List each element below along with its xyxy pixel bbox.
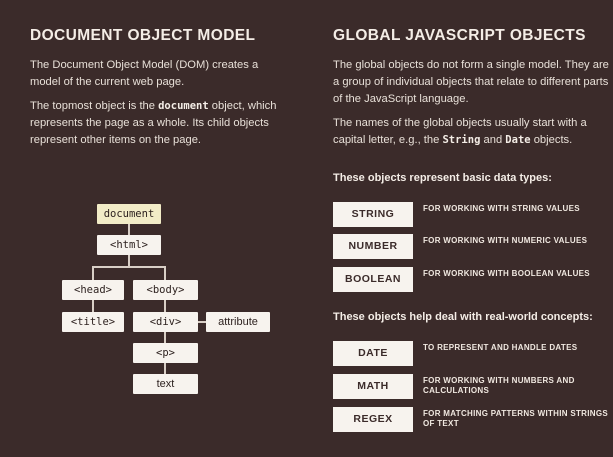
date-code: Date [505, 134, 531, 146]
object-box-regex: REGEX [333, 407, 413, 432]
naming-text-b: objects. [530, 134, 573, 146]
object-row-regex: REGEX FOR MATCHING PATTERNS WITHIN STRIN… [333, 407, 609, 434]
object-box-date: DATE [333, 341, 413, 366]
object-desc-string: FOR WORKING WITH STRING VALUES [423, 204, 580, 213]
dom-intro-paragraph: The Document Object Model (DOM) creates … [30, 59, 259, 88]
global-objects-heading: GLOBAL JAVASCRIPT OBJECTS [333, 27, 586, 44]
global-objects-intro-paragraph: The global objects do not form a single … [333, 59, 609, 105]
document-code: document [158, 100, 209, 112]
dom-topmost-paragraph: The topmost object is the document objec… [30, 98, 295, 149]
basic-types-heading: These objects represent basic data types… [333, 172, 552, 184]
dom-topmost-text-a: The topmost object is the [30, 100, 159, 112]
object-desc-math: FOR WORKING WITH NUMBERS AND CALCULATION… [423, 376, 575, 395]
object-row-date: DATE TO REPRESENT AND HANDLE DATES [333, 341, 609, 368]
object-row-number: NUMBER FOR WORKING WITH NUMERIC VALUES [333, 234, 609, 261]
object-row-boolean: BOOLEAN FOR WORKING WITH BOOLEAN VALUES [333, 267, 609, 294]
object-row-string: STRING FOR WORKING WITH STRING VALUES [333, 202, 609, 229]
node-document: document [97, 204, 161, 224]
object-desc-date: TO REPRESENT AND HANDLE DATES [423, 343, 578, 352]
object-desc-boolean: FOR WORKING WITH BOOLEAN VALUES [423, 269, 590, 278]
node-html: <html> [97, 235, 161, 255]
node-text: text [133, 374, 198, 394]
dom-heading: DOCUMENT OBJECT MODEL [30, 27, 256, 44]
node-div: <div> [133, 312, 198, 332]
real-world-heading: These objects help deal with real-world … [333, 311, 593, 323]
node-title: <title> [62, 312, 124, 332]
connector-html-children-bar [92, 266, 165, 268]
node-head: <head> [62, 280, 124, 300]
connector-to-body [164, 266, 166, 280]
connector-head-title [92, 300, 94, 312]
string-code: String [442, 134, 481, 146]
node-p: <p> [133, 343, 198, 363]
connector-div-attribute [198, 321, 206, 323]
node-body: <body> [133, 280, 198, 300]
connector-p-text [164, 363, 166, 374]
object-box-boolean: BOOLEAN [333, 267, 413, 292]
naming-text-mid: and [480, 134, 506, 146]
object-desc-number: FOR WORKING WITH NUMERIC VALUES [423, 236, 588, 245]
object-desc-regex: FOR MATCHING PATTERNS WITHIN STRINGS OF … [423, 409, 609, 428]
object-box-math: MATH [333, 374, 413, 399]
connector-div-p [164, 332, 166, 343]
node-attribute: attribute [206, 312, 270, 332]
connector-document-html [128, 224, 130, 235]
connector-body-div [164, 300, 166, 312]
global-objects-naming-paragraph: The names of the global objects usually … [333, 115, 609, 149]
object-row-math: MATH FOR WORKING WITH NUMBERS AND CALCUL… [333, 374, 609, 401]
connector-to-head [92, 266, 94, 280]
object-box-number: NUMBER [333, 234, 413, 259]
object-box-string: STRING [333, 202, 413, 227]
